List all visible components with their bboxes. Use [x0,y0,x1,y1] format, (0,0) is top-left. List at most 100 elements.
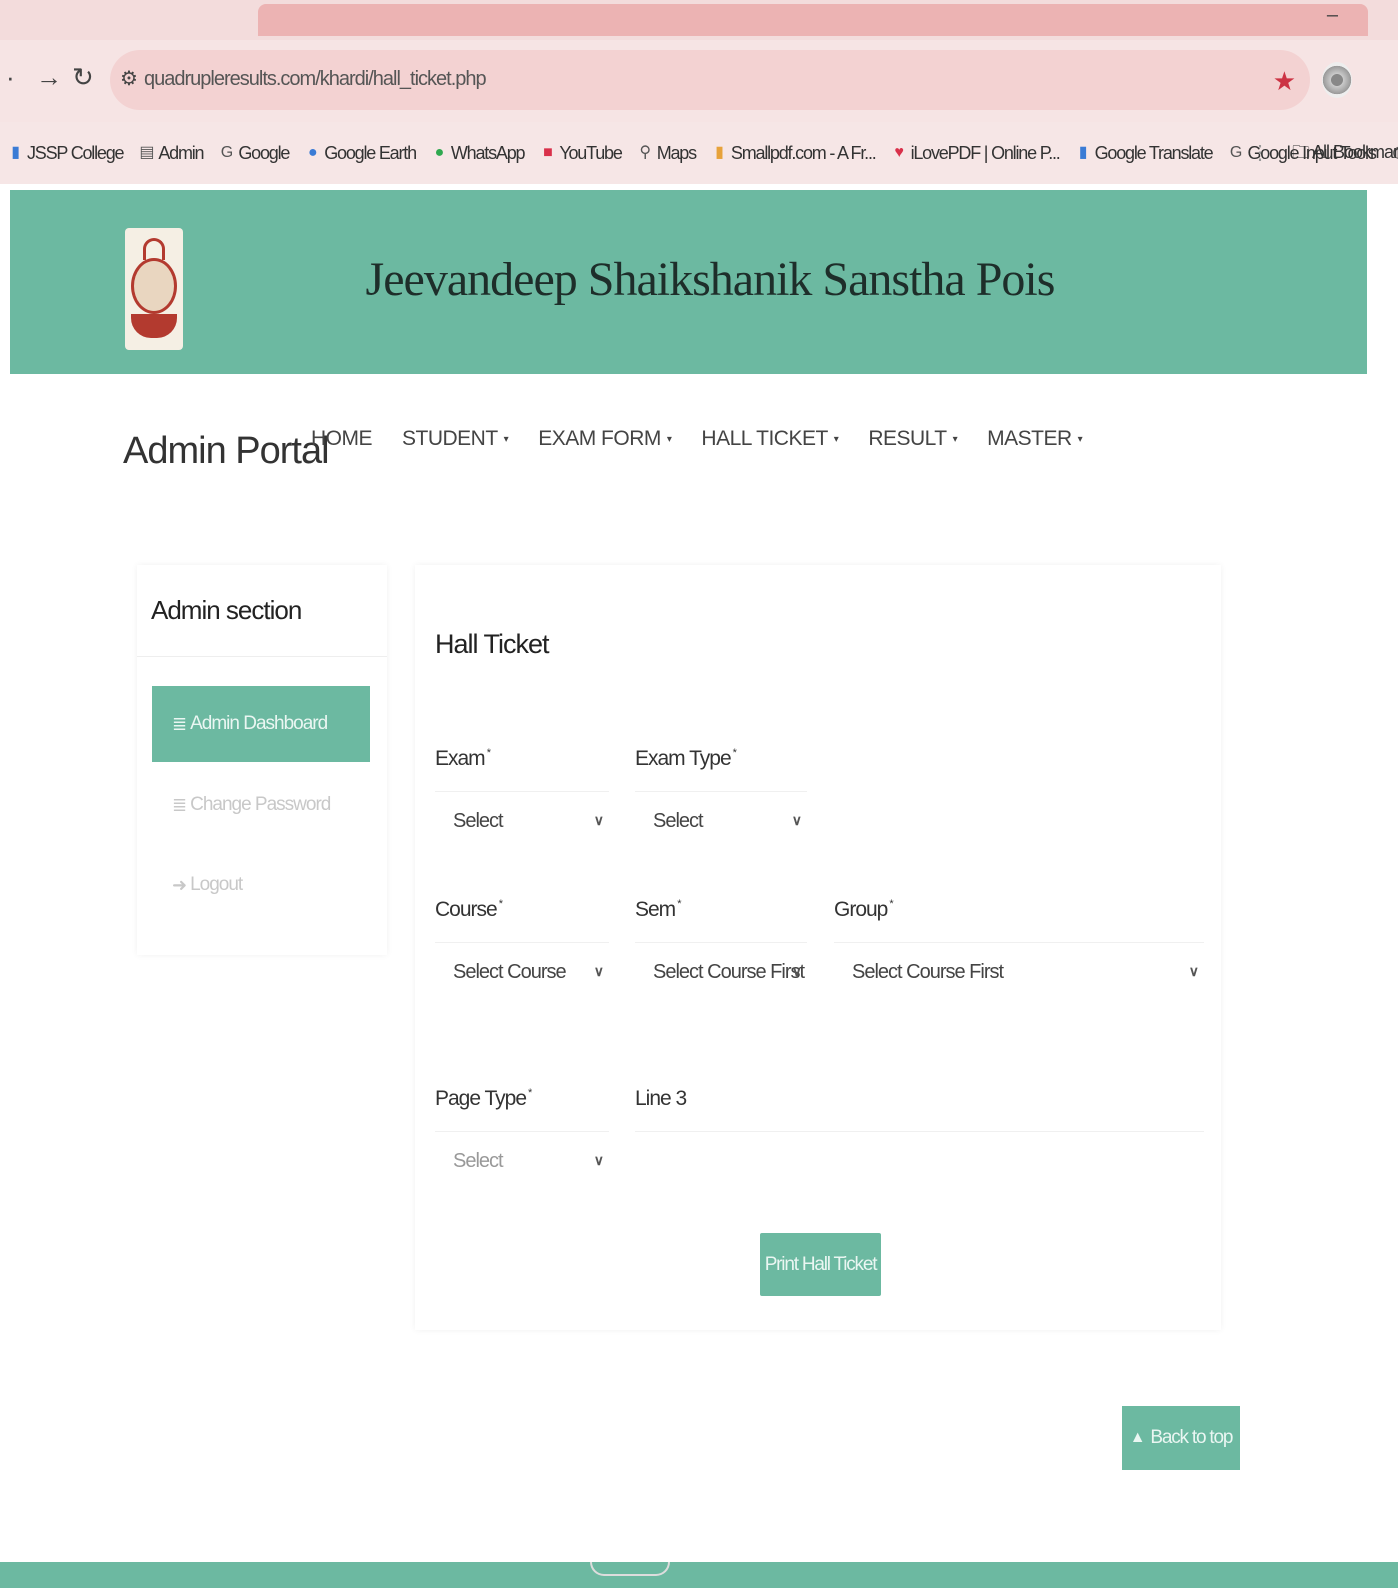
sidebar-item-change-password[interactable]: ≣ Change Password [152,767,370,843]
sem-label: Sem * [635,898,682,921]
page-type-label: Page Type * [435,1087,532,1110]
line3-input[interactable] [635,1131,1204,1191]
profile-icon[interactable] [1322,62,1352,98]
group-select[interactable]: Select Course First ∨ [834,942,1204,1002]
nav-item-label: MASTER [987,427,1072,450]
forward-icon[interactable]: → [36,62,62,93]
exam-label: Exam * [435,747,491,770]
url-text: quadrupleresults.com/khardi/hall_ticket.… [144,68,487,90]
chevron-down-icon: ∨ [593,812,604,828]
bookmark-label: WhatsApp [450,142,526,163]
bookmark-label: Maps [656,142,697,163]
caret-down-icon: ▾ [952,433,958,445]
bookmark-label: Google Translate [1094,142,1214,163]
exam-type-select[interactable]: Select ∨ [635,791,807,851]
course-select[interactable]: Select Course ∨ [435,942,609,1002]
nav-item-master[interactable]: MASTER ▾ [987,427,1083,451]
chevron-down-icon: ∨ [593,1152,604,1168]
print-hall-ticket-button[interactable]: Print Hall Ticket [760,1233,881,1296]
address-bar[interactable]: ⚙ quadrupleresults.com/khardi/hall_ticke… [110,50,1310,110]
portal-brand[interactable]: Admin Portal [123,430,330,473]
translate-icon: ▮ [1078,144,1088,161]
group-label: Group * [834,898,894,921]
sidebar-item-label: Logout [190,874,243,895]
bookmark-label: Smallpdf.com - A Fr... [730,142,877,163]
document-icon: ▤ [139,144,154,161]
back-to-top-label: Back to top [1150,1427,1233,1448]
nav-item-label: EXAM FORM [538,427,661,450]
page-title: Hall Ticket [435,629,550,659]
smallpdf-icon: ▮ [715,144,724,161]
site-settings-icon[interactable]: ⚙ [120,66,138,91]
site-footer [0,1562,1398,1588]
site-title: Jeevandeep Shaikshanik Sanstha Pois [365,253,1056,306]
nav-item-exam-form[interactable]: EXAM FORM ▾ [538,427,672,451]
nav-item-result[interactable]: RESULT ▾ [868,427,957,451]
chevron-down-icon: ∨ [791,963,802,979]
bookmark-label: iLovePDF | Online P... [910,142,1061,163]
google-icon: G [220,144,233,161]
nav-item-home[interactable]: HOME [311,427,373,451]
bookmark-item[interactable]: ▤ Admin [139,142,204,164]
page-type-select[interactable]: Select ∨ [435,1131,609,1191]
nav-item-student[interactable]: STUDENT ▾ [402,427,509,451]
google-icon: G [1229,144,1242,161]
browser-toolbar: · → ↻ ⚙ quadrupleresults.com/khardi/hall… [0,40,1398,122]
heart-icon: ♥ [894,144,904,161]
caret-down-icon: ▾ [666,433,672,445]
caret-down-icon: ▾ [833,433,839,445]
nav-item-hall-ticket[interactable]: HALL TICKET ▾ [701,427,838,451]
hall-ticket-panel: Hall Ticket Exam * Select ∨ Exam Type * Sel… [415,565,1221,1330]
line3-label: Line 3 [635,1087,687,1110]
bookmark-item[interactable]: ▮ JSSP College [8,142,125,164]
bookmarks-bar: ▮ JSSP College ▤ Admin G Google ● Google Earth ●… [0,122,1398,184]
reload-icon[interactable]: ↻ [72,62,94,93]
back-icon[interactable]: · [6,62,15,93]
site-banner: Jeevandeep Shaikshanik Sanstha Pois [10,190,1367,374]
bookmark-item[interactable]: ⚲ Maps [638,142,697,164]
bookmark-item[interactable]: ■ YouTube [540,142,623,164]
sidebar-item-label: Admin Dashboard [190,713,328,734]
earth-icon: ● [307,144,318,161]
sidebar-heading: Admin section [137,565,387,657]
nav-item-label: HALL TICKET [701,427,828,450]
course-label: Course * [435,898,503,921]
divider: ⋮ [1250,142,1270,164]
browser-tabstrip: – [0,0,1398,40]
bookmark-item[interactable]: ▮ Smallpdf.com - A Fr... [712,142,877,164]
chevron-down-icon: ∨ [1188,963,1199,979]
sidebar-item-label: Change Password [190,794,331,815]
footer-badge [590,1562,670,1576]
bookmark-item[interactable]: ● Google Earth [305,143,417,164]
caret-down-icon: ▾ [503,433,509,445]
bookmark-icon: ▮ [11,144,20,161]
all-bookmarks[interactable]: 🗀 All Bookmar [1292,140,1398,170]
exam-type-label: Exam Type * [635,747,737,770]
active-tab[interactable] [258,4,1368,36]
bookmark-label: YouTube [559,142,623,163]
bookmark-label: JSSP College [27,142,125,163]
back-to-top-button[interactable]: ▲ Back to top [1122,1406,1240,1470]
exam-select[interactable]: Select ∨ [435,791,609,851]
nav-item-label: HOME [311,427,373,450]
logout-icon: ➜ [172,874,187,895]
sidebar-item-logout[interactable]: ➜ Logout [152,847,370,923]
whatsapp-icon: ● [434,144,445,161]
chevron-down-icon: ∨ [791,812,802,828]
bookmark-item[interactable]: ♥ iLovePDF | Online P... [892,143,1060,164]
list-icon: ≣ [172,713,187,734]
nav-item-label: STUDENT [402,427,498,450]
bookmark-item[interactable]: ▮ Google Translate [1076,142,1214,164]
sem-select[interactable]: Select Course First ∨ [635,942,807,1002]
folder-icon: 🗀 [1291,142,1310,162]
chevron-down-icon: ∨ [593,963,604,979]
minimize-icon[interactable]: – [1327,4,1338,27]
bookmark-item[interactable]: ● WhatsApp [432,142,526,164]
admin-sidebar: Admin section ≣ Admin Dashboard ≣ Change… [137,565,387,955]
bookmark-star-icon[interactable]: ★ [1273,66,1296,97]
sidebar-item-admin-dashboard[interactable]: ≣ Admin Dashboard [152,686,370,762]
bookmark-item[interactable]: G Google [219,143,291,164]
bookmark-label: Admin [158,142,204,163]
main-nav: HOME STUDENT ▾ EXAM FORM ▾ HALL TICKET ▾ RESULT… [311,427,1112,451]
arrow-up-icon: ▲ [1129,1429,1146,1446]
